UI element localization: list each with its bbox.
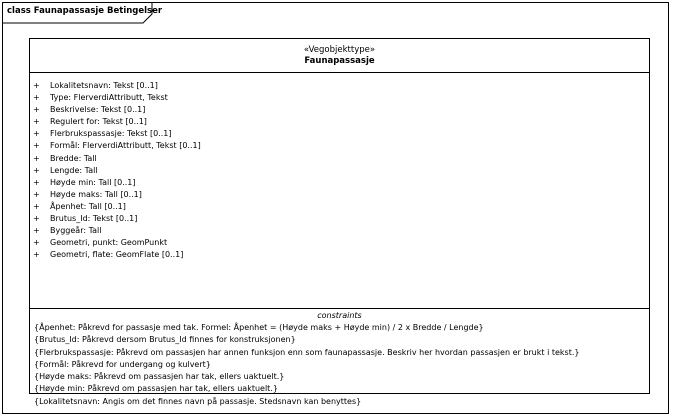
uml-class-faunapassasje[interactable]: «Vegobjekttype» Faunapassasje + Lokalite…: [29, 38, 650, 406]
visibility-public: +: [33, 117, 40, 127]
attribute-brutus-id[interactable]: + Brutus_Id: Tekst [0..1]: [30, 213, 649, 225]
visibility-public: +: [33, 189, 40, 199]
constraints-header: constraints: [317, 311, 362, 320]
constraint-lokalitetsnavn[interactable]: {Lokalitetsnavn: Angis om det finnes nav…: [30, 396, 649, 408]
attribute-text: Høyde min: Tall [0..1]: [50, 177, 136, 187]
constraint-apenhet[interactable]: {Åpenhet: Påkrevd for passasje med tak. …: [30, 322, 649, 334]
attribute-text: Lokalitetsnavn: Tekst [0..1]: [50, 81, 158, 90]
class-attributes: + Lokalitetsnavn: Tekst [0..1] + Type: F…: [30, 73, 649, 309]
attribute-text: Høyde maks: Tall [0..1]: [50, 189, 142, 199]
attribute-text: Bredde: Tall: [50, 153, 97, 163]
attribute-lengde[interactable]: + Lengde: Tall: [30, 165, 649, 177]
class-header: «Vegobjekttype» Faunapassasje: [30, 39, 649, 73]
visibility-public: +: [33, 201, 40, 211]
class-constraints: constraints {Åpenhet: Påkrevd for passas…: [30, 309, 649, 408]
visibility-public: +: [33, 226, 40, 236]
attribute-text: Brutus_Id: Tekst [0..1]: [50, 214, 138, 224]
attribute-text: Flerbrukspassasje: Tekst [0..1]: [50, 129, 172, 139]
visibility-public: +: [33, 177, 40, 187]
constraint-hoyde-min[interactable]: {Høyde min: Påkrevd om passasjen har tak…: [30, 383, 649, 395]
attribute-flerbrukspassasje[interactable]: + Flerbrukspassasje: Tekst [0..1]: [30, 128, 649, 140]
attribute-hoyde-maks[interactable]: + Høyde maks: Tall [0..1]: [30, 189, 649, 201]
attribute-byggear[interactable]: + Byggeår: Tall: [30, 225, 649, 237]
attribute-text: Formål: FlerverdiAttributt, Tekst [0..1]: [50, 141, 201, 151]
attribute-hoyde-min[interactable]: + Høyde min: Tall [0..1]: [30, 177, 649, 189]
visibility-public: +: [33, 81, 40, 90]
visibility-public: +: [33, 250, 40, 260]
attribute-text: Beskrivelse: Tekst [0..1]: [50, 105, 146, 115]
visibility-public: +: [33, 153, 40, 163]
attribute-text: Åpenhet: Tall [0..1]: [50, 201, 126, 211]
constraint-brutus-id[interactable]: {Brutus_Id: Påkrevd dersom Brutus_Id fin…: [30, 334, 649, 346]
attribute-geometri-punkt[interactable]: + Geometri, punkt: GeomPunkt: [30, 237, 649, 249]
attribute-geometri-flate[interactable]: + Geometri, flate: GeomFlate [0..1]: [30, 249, 649, 261]
visibility-public: +: [33, 165, 40, 175]
attribute-text: Lengde: Tall: [50, 165, 98, 175]
attribute-type[interactable]: + Type: FlerverdiAttributt, Tekst: [30, 92, 649, 104]
constraint-hoyde-maks[interactable]: {Høyde maks: Påkrevd om passasjen har ta…: [30, 371, 649, 383]
attribute-apenhet[interactable]: + Åpenhet: Tall [0..1]: [30, 201, 649, 213]
class-stereotype: «Vegobjekttype»: [303, 45, 376, 55]
attribute-text: Byggeår: Tall: [50, 226, 102, 236]
class-name: Faunapassasje: [304, 56, 375, 66]
visibility-public: +: [33, 238, 40, 248]
diagram-frame: class Faunapassasje Betingelser «Vegobje…: [2, 2, 669, 414]
attribute-regulert-for[interactable]: + Regulert for: Tekst [0..1]: [30, 116, 649, 128]
attribute-text: Geometri, punkt: GeomPunkt: [50, 238, 168, 248]
attribute-text: Geometri, flate: GeomFlate [0..1]: [50, 250, 184, 260]
attribute-bredde[interactable]: + Bredde: Tall: [30, 153, 649, 165]
constraint-formal[interactable]: {Formål: Påkrevd for undergang og kulver…: [30, 359, 649, 371]
visibility-public: +: [33, 93, 40, 103]
visibility-public: +: [33, 214, 40, 224]
attribute-formal[interactable]: + Formål: FlerverdiAttributt, Tekst [0..…: [30, 140, 649, 152]
constraint-flerbrukspassasje[interactable]: {Flerbrukspassasje: Påkrevd om passasjen…: [30, 347, 649, 359]
attribute-beskrivelse[interactable]: + Beskrivelse: Tekst [0..1]: [30, 104, 649, 116]
visibility-public: +: [33, 105, 40, 115]
visibility-public: +: [33, 141, 40, 151]
visibility-public: +: [33, 129, 40, 139]
attribute-lokalitetsnavn[interactable]: + Lokalitetsnavn: Tekst [0..1]: [30, 80, 649, 92]
attribute-text: Regulert for: Tekst [0..1]: [50, 117, 147, 127]
attribute-text: Type: FlerverdiAttributt, Tekst: [50, 93, 168, 103]
frame-title: class Faunapassasje Betingelser: [7, 6, 163, 16]
